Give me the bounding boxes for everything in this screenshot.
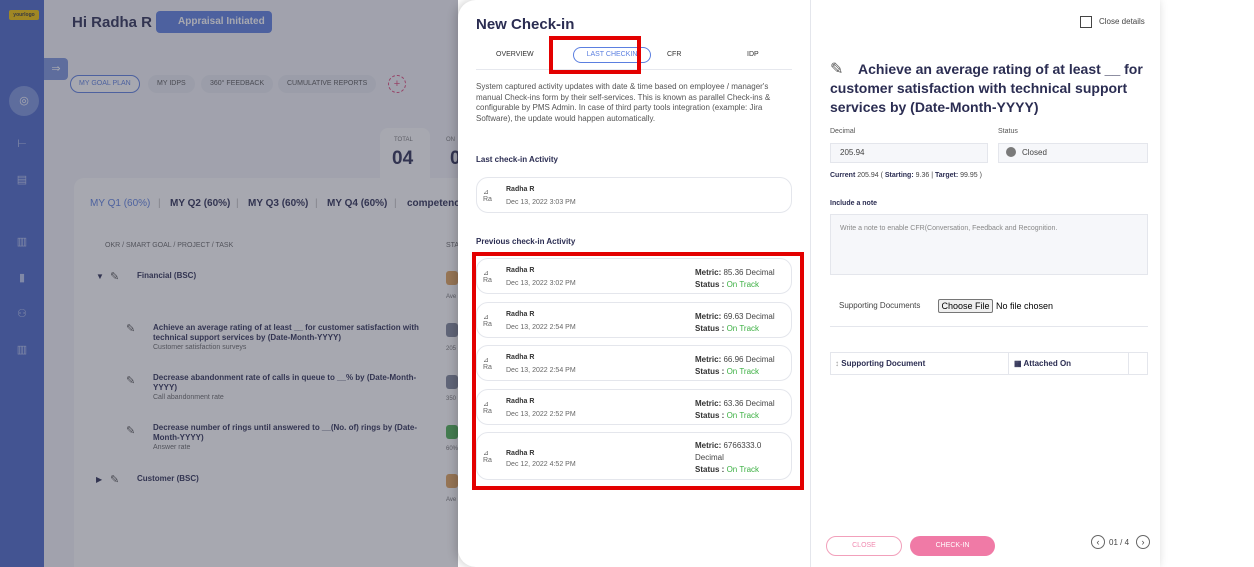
divider [830, 326, 1148, 327]
activity-date: Dec 13, 2022 3:03 PM [506, 199, 576, 206]
target-value: 99.95 [960, 172, 978, 179]
close-details-link[interactable]: Close details [1099, 17, 1145, 26]
tab-cfr[interactable]: CFR [667, 51, 681, 58]
note-input[interactable]: Write a note to enable CFR(Conversation,… [830, 214, 1148, 275]
header-label: Attached On [1023, 359, 1072, 368]
highlight-box-tab [549, 36, 641, 74]
table-header-document[interactable]: ↕ Supporting Document [831, 353, 1009, 374]
current-summary: Current 205.94 ( Starting: 9.36 | Target… [830, 172, 982, 179]
note-label: Include a note [830, 200, 878, 207]
last-activity-card: ⊿ Ra Radha R Dec 13, 2022 3:03 PM [476, 177, 792, 213]
collapse-icon[interactable] [1080, 16, 1092, 28]
choose-file-button[interactable]: Choose File [938, 299, 993, 313]
modal-title: New Check-in [476, 16, 575, 33]
close-button[interactable]: CLOSE [826, 536, 902, 556]
current-value: 205.94 [857, 172, 879, 179]
prev-page-icon[interactable]: ‹ [1091, 535, 1105, 549]
checkin-modal: New Check-in OVERVIEW LAST CHECKIN CFR I… [458, 0, 1160, 567]
status-dot-icon [1006, 147, 1016, 157]
decimal-input[interactable]: 205.94 [830, 143, 988, 163]
screen: yourlogo ◎ ⊢ ▤ ▥ ▮ ⚇ ▥ Hi Radha R Apprai… [0, 0, 1254, 567]
broken-image-icon: ⊿ [483, 189, 489, 196]
documents-table: ↕ Supporting Document ▦ Attached On [830, 352, 1148, 375]
avatar: ⊿ Ra [483, 189, 495, 203]
page-indicator: 01 / 4 [1109, 538, 1130, 547]
starting-label: Starting: [884, 172, 914, 179]
checkin-button[interactable]: CHECK-IN [910, 536, 995, 556]
status-select[interactable]: Closed [998, 143, 1148, 163]
modal-overlay[interactable] [0, 0, 458, 567]
header-label: Supporting Document [841, 359, 926, 368]
activity-user: Radha R [506, 186, 535, 193]
file-status: No file chosen [996, 301, 1054, 311]
decimal-label: Decimal [830, 128, 856, 135]
checkin-description: System captured activity updates with da… [476, 82, 771, 123]
divider [810, 0, 811, 567]
avatar-alt: Ra [483, 196, 492, 203]
sort-icon: ↕ [835, 359, 839, 368]
highlight-box-previous [472, 252, 804, 490]
next-page-icon[interactable]: › [1136, 535, 1150, 549]
status-select-value: Closed [1022, 148, 1047, 157]
previous-activity-heading: Previous check-in Activity [476, 237, 576, 246]
starting-value: 9.36 [915, 172, 930, 179]
current-label: Current [830, 172, 856, 179]
target-label: Target: [934, 172, 959, 179]
status-label: Status [998, 128, 1018, 135]
goal-title: Achieve an average rating of at least __… [830, 61, 1143, 115]
last-activity-heading: Last check-in Activity [476, 155, 558, 164]
calendar-icon: ▦ [1014, 359, 1022, 368]
table-header-attached[interactable]: ▦ Attached On [1009, 353, 1129, 374]
supporting-docs-label: Supporting Documents [839, 301, 921, 310]
tab-overview[interactable]: OVERVIEW [496, 51, 534, 58]
tab-idp[interactable]: IDP [747, 51, 759, 58]
